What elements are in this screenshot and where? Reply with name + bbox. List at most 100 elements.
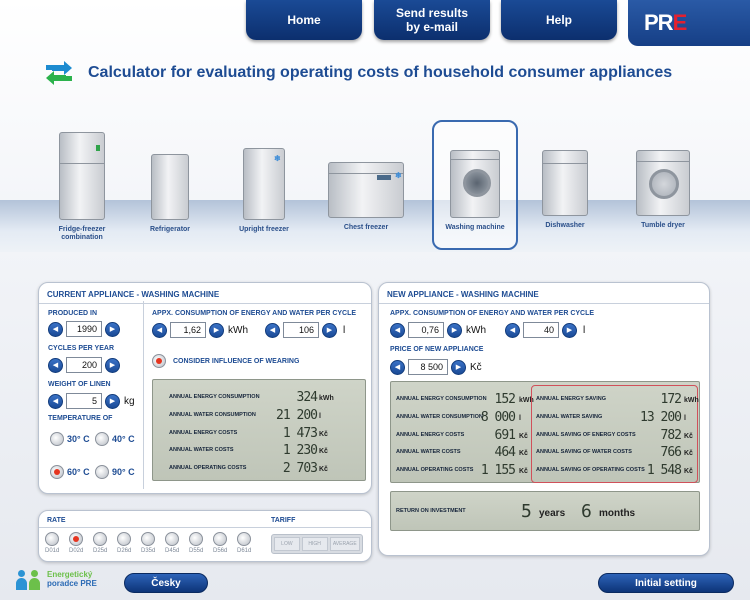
new-energy-value[interactable]: 0,76 xyxy=(408,322,444,338)
lcd-unit: Kč xyxy=(319,448,328,455)
rate-radio[interactable] xyxy=(213,532,228,546)
refrigerator-icon xyxy=(151,154,189,220)
price-stepper[interactable]: ◀ 8 500 ▶ Kč xyxy=(390,359,482,375)
rate-option[interactable]: D56d xyxy=(213,532,227,554)
lcd-row: ANNUAL WATER COSTS 1 230 Kč xyxy=(153,443,365,459)
price-increment[interactable]: ▶ xyxy=(451,359,466,375)
appliance-washing-machine[interactable]: Washing machine xyxy=(440,150,510,232)
help-button[interactable]: Help xyxy=(501,0,617,40)
rate-option-label: D26d xyxy=(117,548,132,554)
rate-title: RATE xyxy=(47,517,66,524)
rate-option-label: D45d xyxy=(165,548,180,554)
rate-radio[interactable] xyxy=(141,532,156,546)
rate-radio[interactable] xyxy=(69,532,84,546)
page-header: Calculator for evaluating operating cost… xyxy=(42,60,672,86)
new-water-decrement[interactable]: ◀ xyxy=(505,322,520,338)
saving-value: 172 xyxy=(660,392,683,407)
rate-radio[interactable] xyxy=(237,532,252,546)
appliance-label-2: combination xyxy=(61,234,103,241)
rate-radio[interactable] xyxy=(45,532,60,546)
rate-option-label: D02d xyxy=(69,548,84,554)
new-energy-decrement[interactable]: ◀ xyxy=(390,322,405,338)
rate-radio[interactable] xyxy=(93,532,108,546)
price-decrement[interactable]: ◀ xyxy=(390,359,405,375)
rate-radio[interactable] xyxy=(165,532,180,546)
rate-option[interactable]: D02d xyxy=(69,532,83,554)
weight-increment[interactable]: ▶ xyxy=(105,393,120,409)
current-energy-unit: kWh xyxy=(228,324,248,336)
rate-radio[interactable] xyxy=(117,532,132,546)
language-button[interactable]: Česky xyxy=(124,573,208,593)
price-value[interactable]: 8 500 xyxy=(408,359,448,375)
new-energy-increment[interactable]: ▶ xyxy=(447,322,462,338)
rate-option[interactable]: D25d xyxy=(93,532,107,554)
roi-years-unit: years xyxy=(539,508,566,519)
tariff-high-button[interactable]: HIGH xyxy=(301,537,328,551)
appliance-label: Washing machine xyxy=(445,224,505,231)
lcd-row: ANNUAL ENERGY CONSUMPTION 324 kWh xyxy=(153,390,365,406)
new-water-stepper[interactable]: ◀ 40 ▶ l xyxy=(505,322,585,338)
wearing-option[interactable]: CONSIDER INFLUENCE OF WEARING xyxy=(152,354,299,368)
weight-decrement[interactable]: ◀ xyxy=(48,393,63,409)
appliance-refrigerator[interactable]: Refrigerator xyxy=(140,154,200,234)
appliance-chest-freezer[interactable]: ❄ Chest freezer xyxy=(326,162,406,232)
wearing-label: CONSIDER INFLUENCE OF WEARING xyxy=(173,357,300,365)
produced-increment[interactable]: ▶ xyxy=(105,321,120,337)
initial-setting-button[interactable]: Initial setting xyxy=(598,573,734,593)
rate-radio[interactable] xyxy=(189,532,204,546)
cycles-stepper[interactable]: ◀ 200 ▶ xyxy=(48,357,120,373)
appliance-dishwasher[interactable]: Dishwasher xyxy=(532,150,598,230)
temp-90-radio[interactable] xyxy=(95,465,109,479)
appliance-tumble-dryer[interactable]: Tumble dryer xyxy=(630,150,696,230)
temp-30-option[interactable]: 30° C xyxy=(50,432,90,446)
weight-value[interactable]: 5 xyxy=(66,393,102,409)
temp-30-radio[interactable] xyxy=(50,432,64,446)
energy-advisor-logo-icon xyxy=(16,568,44,590)
tariff-low-button[interactable]: LOW xyxy=(274,537,300,551)
rate-option[interactable]: D35d xyxy=(141,532,155,554)
current-water-value[interactable]: 106 xyxy=(283,322,319,338)
produced-value[interactable]: 1990 xyxy=(66,321,102,337)
new-energy-stepper[interactable]: ◀ 0,76 ▶ kWh xyxy=(390,322,486,338)
temp-40-radio[interactable] xyxy=(95,432,109,446)
wearing-radio[interactable] xyxy=(152,354,166,368)
current-energy-stepper[interactable]: ◀ 1,62 ▶ kWh xyxy=(152,322,248,338)
cycles-decrement[interactable]: ◀ xyxy=(48,357,63,373)
saving-unit: l xyxy=(684,415,686,422)
washing-machine-icon xyxy=(450,150,500,218)
lcd-unit: l xyxy=(319,413,321,420)
cycles-value[interactable]: 200 xyxy=(66,357,102,373)
new-water-value[interactable]: 40 xyxy=(523,322,559,338)
new-water-increment[interactable]: ▶ xyxy=(562,322,577,338)
lcd-label: ANNUAL WATER COSTS xyxy=(169,447,234,453)
rate-option[interactable]: D61d xyxy=(237,532,251,554)
saving-label: ANNUAL SAVING OF ENERGY COSTS xyxy=(536,432,636,438)
current-water-decrement[interactable]: ◀ xyxy=(265,322,280,338)
current-energy-increment[interactable]: ▶ xyxy=(209,322,224,338)
rate-option[interactable]: D26d xyxy=(117,532,131,554)
produced-stepper[interactable]: ◀ 1990 ▶ xyxy=(48,321,120,337)
current-energy-decrement[interactable]: ◀ xyxy=(152,322,167,338)
rate-option[interactable]: D01d xyxy=(45,532,59,554)
current-water-stepper[interactable]: ◀ 106 ▶ l xyxy=(265,322,345,338)
current-energy-value[interactable]: 1,62 xyxy=(170,322,206,338)
rate-option[interactable]: D55d xyxy=(189,532,203,554)
send-results-button[interactable]: Send results by e-mail xyxy=(374,0,490,40)
home-button[interactable]: Home xyxy=(246,0,362,40)
tariff-average-button[interactable]: AVERAGE xyxy=(329,537,360,551)
lcd-label: ANNUAL WATER CONSUMPTION xyxy=(169,412,256,418)
produced-decrement[interactable]: ◀ xyxy=(48,321,63,337)
current-lcd-display: ANNUAL ENERGY CONSUMPTION 324 kWh ANNUAL W… xyxy=(152,379,366,481)
temp-60-radio[interactable] xyxy=(50,465,64,479)
appliance-upright-freezer[interactable]: ❄ Upright freezer xyxy=(232,148,296,234)
weight-stepper[interactable]: ◀ 5 ▶ kg xyxy=(48,393,135,409)
temp-60-option[interactable]: 60° C xyxy=(50,465,90,479)
appliance-fridge-freezer[interactable]: Fridge-freezer combination xyxy=(52,132,112,242)
cycles-increment[interactable]: ▶ xyxy=(105,357,120,373)
produced-label: PRODUCED IN xyxy=(48,310,98,317)
current-water-increment[interactable]: ▶ xyxy=(322,322,337,338)
temp-90-option[interactable]: 90° C xyxy=(95,465,135,479)
rate-option[interactable]: D45d xyxy=(165,532,179,554)
temp-40-option[interactable]: 40° C xyxy=(95,432,135,446)
lcd-unit: Kč xyxy=(319,431,328,438)
